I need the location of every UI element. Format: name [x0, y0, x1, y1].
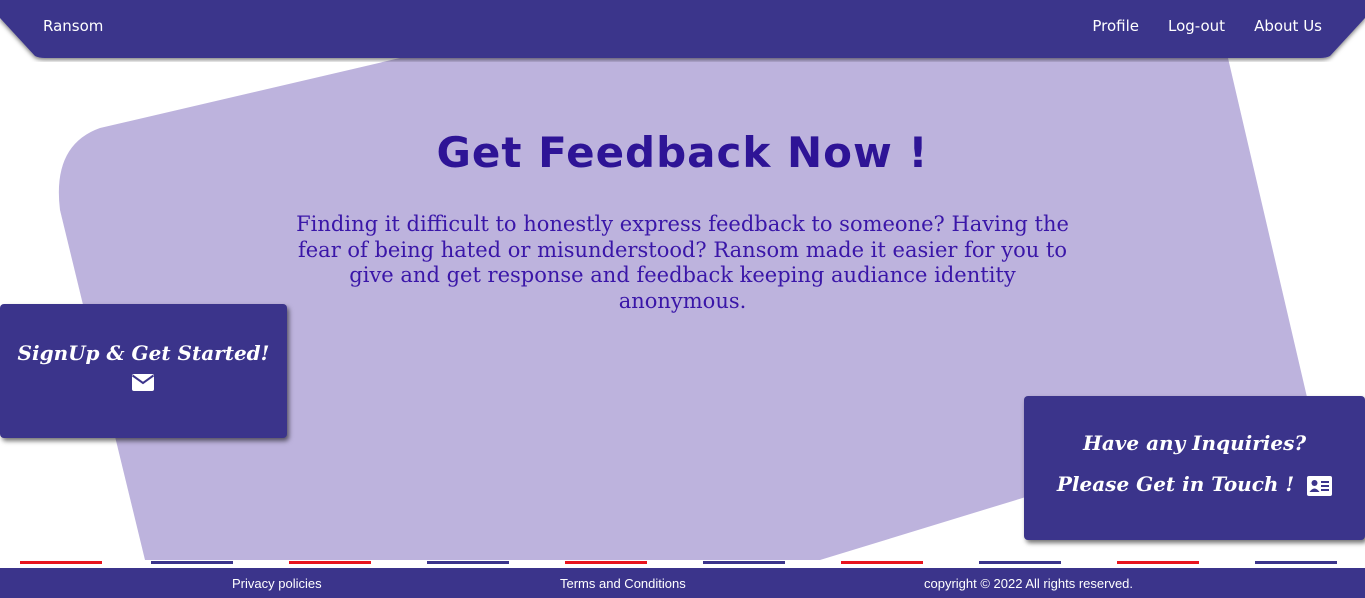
nav-logout-link[interactable]: Log-out: [1168, 17, 1225, 35]
brand-link[interactable]: Ransom: [43, 17, 103, 35]
contact-button[interactable]: Have any Inquiries? Please Get in Touch …: [1024, 396, 1365, 540]
envelope-icon[interactable]: [132, 374, 154, 391]
nav-links: Profile Log-out About Us: [1092, 17, 1322, 35]
stripe-7: [841, 561, 923, 564]
signup-label: SignUp & Get Started!: [17, 341, 270, 365]
stripe-4: [427, 561, 509, 564]
copyright-text: copyright © 2022 All rights reserved.: [924, 576, 1134, 591]
privacy-policy-link[interactable]: Privacy policies: [232, 576, 322, 591]
nav-profile-link[interactable]: Profile: [1092, 17, 1139, 35]
contact-cta: Please Get in Touch !: [1024, 472, 1365, 496]
navbar: Ransom Profile Log-out About Us: [0, 0, 1365, 58]
hero-description: Finding it difficult to honestly express…: [296, 212, 1069, 313]
terms-link[interactable]: Terms and Conditions: [560, 576, 686, 591]
page-title: Get Feedback Now !: [436, 128, 929, 177]
stripe-8: [979, 561, 1061, 564]
stripe-1: [20, 561, 102, 564]
signup-button[interactable]: SignUp & Get Started!: [0, 304, 287, 438]
stripe-2: [151, 561, 233, 564]
nav-about-link[interactable]: About Us: [1254, 17, 1322, 35]
stripe-5: [565, 561, 647, 564]
contact-cta-label: Please Get in Touch !: [1056, 472, 1295, 496]
contact-heading: Have any Inquiries?: [1082, 431, 1307, 455]
stripe-10: [1255, 561, 1337, 564]
stripe-6: [703, 561, 785, 564]
contact-card-icon: [1307, 475, 1333, 496]
footer: Privacy policies Terms and Conditions co…: [0, 568, 1365, 598]
stripe-3: [289, 561, 371, 564]
stripe-9: [1117, 561, 1199, 564]
